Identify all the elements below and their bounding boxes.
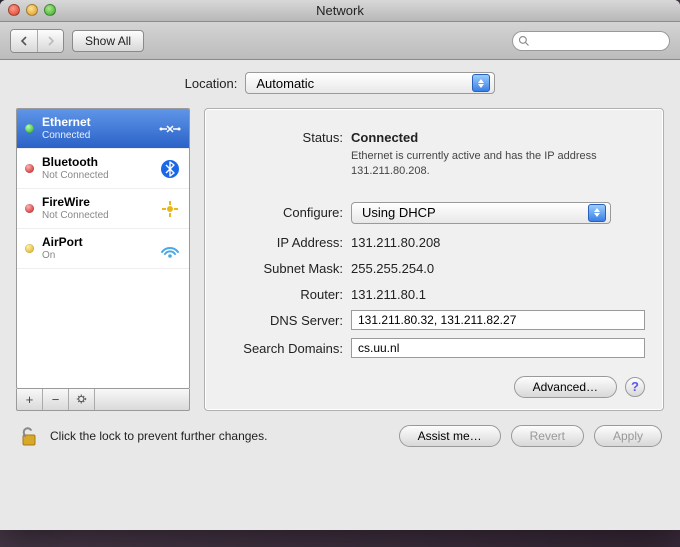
chevron-updown-icon bbox=[588, 204, 606, 222]
network-prefpane-window: Network Show All Location: Automatic bbox=[0, 0, 680, 530]
search-domains-input[interactable] bbox=[351, 338, 645, 358]
status-value: Connected bbox=[351, 130, 418, 145]
apply-button[interactable]: Apply bbox=[594, 425, 662, 447]
subnet-mask-value: 255.255.254.0 bbox=[351, 258, 645, 276]
sidebar-item-airport[interactable]: AirPort On bbox=[17, 229, 189, 269]
sidebar-item-sublabel: Not Connected bbox=[42, 210, 151, 222]
show-all-button[interactable]: Show All bbox=[72, 30, 144, 52]
firewire-icon bbox=[159, 198, 181, 220]
configure-select[interactable]: Using DHCP bbox=[351, 202, 611, 224]
remove-service-button[interactable]: − bbox=[43, 389, 69, 410]
location-value: Automatic bbox=[256, 76, 314, 91]
status-dot-icon bbox=[25, 204, 34, 213]
sidebar-item-label: Bluetooth bbox=[42, 155, 151, 169]
sidebar-item-label: FireWire bbox=[42, 195, 151, 209]
location-label: Location: bbox=[185, 76, 238, 91]
location-row: Location: Automatic bbox=[16, 72, 664, 94]
status-dot-icon bbox=[25, 244, 34, 253]
content: Location: Automatic Ethernet Connected bbox=[0, 60, 680, 460]
traffic-lights bbox=[8, 4, 56, 16]
ip-address-value: 131.211.80.208 bbox=[351, 232, 645, 250]
zoom-icon[interactable] bbox=[44, 4, 56, 16]
lock-icon[interactable] bbox=[18, 423, 40, 450]
close-icon[interactable] bbox=[8, 4, 20, 16]
gear-icon bbox=[76, 393, 88, 405]
status-description: Ethernet is currently active and has the… bbox=[351, 149, 645, 180]
sidebar-item-sublabel: On bbox=[42, 250, 151, 262]
sidebar-item-label: AirPort bbox=[42, 235, 151, 249]
detail-panel: Status: Connected Ethernet is currently … bbox=[204, 108, 664, 411]
configure-value: Using DHCP bbox=[362, 205, 436, 220]
forward-button[interactable] bbox=[37, 30, 63, 52]
ethernet-icon bbox=[159, 118, 181, 140]
sidebar-item-firewire[interactable]: FireWire Not Connected bbox=[17, 189, 189, 229]
assist-me-button[interactable]: Assist me… bbox=[399, 425, 501, 447]
help-button[interactable]: ? bbox=[625, 377, 645, 397]
advanced-button[interactable]: Advanced… bbox=[514, 376, 617, 398]
status-label: Status: bbox=[223, 127, 343, 145]
titlebar: Network bbox=[0, 0, 680, 22]
ip-address-label: IP Address: bbox=[223, 232, 343, 250]
dns-server-input[interactable] bbox=[351, 310, 645, 330]
service-list-footer: + − bbox=[16, 389, 190, 411]
search-field[interactable] bbox=[512, 31, 670, 51]
subnet-mask-label: Subnet Mask: bbox=[223, 258, 343, 276]
chevron-updown-icon bbox=[472, 74, 490, 92]
search-icon bbox=[518, 35, 530, 47]
service-actions-button[interactable] bbox=[69, 389, 95, 410]
airport-icon bbox=[159, 238, 181, 260]
service-list: Ethernet Connected Bluetooth Not Connect… bbox=[16, 108, 190, 389]
sidebar-item-bluetooth[interactable]: Bluetooth Not Connected bbox=[17, 149, 189, 189]
nav-segment bbox=[10, 29, 64, 53]
bluetooth-icon bbox=[159, 158, 181, 180]
router-value: 131.211.80.1 bbox=[351, 284, 645, 302]
add-service-button[interactable]: + bbox=[17, 389, 43, 410]
toolbar: Show All bbox=[0, 22, 680, 60]
search-input[interactable] bbox=[512, 31, 670, 51]
sidebar-item-sublabel: Connected bbox=[42, 130, 151, 142]
service-sidebar: Ethernet Connected Bluetooth Not Connect… bbox=[16, 108, 190, 411]
search-domains-label: Search Domains: bbox=[223, 338, 343, 356]
location-select[interactable]: Automatic bbox=[245, 72, 495, 94]
bottom-bar: Click the lock to prevent further change… bbox=[16, 411, 664, 450]
status-dot-icon bbox=[25, 164, 34, 173]
minimize-icon[interactable] bbox=[26, 4, 38, 16]
lock-message: Click the lock to prevent further change… bbox=[50, 429, 267, 443]
window-title: Network bbox=[316, 3, 364, 18]
configure-label: Configure: bbox=[223, 202, 343, 220]
revert-button[interactable]: Revert bbox=[511, 425, 584, 447]
router-label: Router: bbox=[223, 284, 343, 302]
back-button[interactable] bbox=[11, 30, 37, 52]
sidebar-item-sublabel: Not Connected bbox=[42, 170, 151, 182]
sidebar-item-ethernet[interactable]: Ethernet Connected bbox=[17, 109, 189, 149]
status-dot-icon bbox=[25, 124, 34, 133]
dns-server-label: DNS Server: bbox=[223, 310, 343, 328]
sidebar-item-label: Ethernet bbox=[42, 115, 151, 129]
